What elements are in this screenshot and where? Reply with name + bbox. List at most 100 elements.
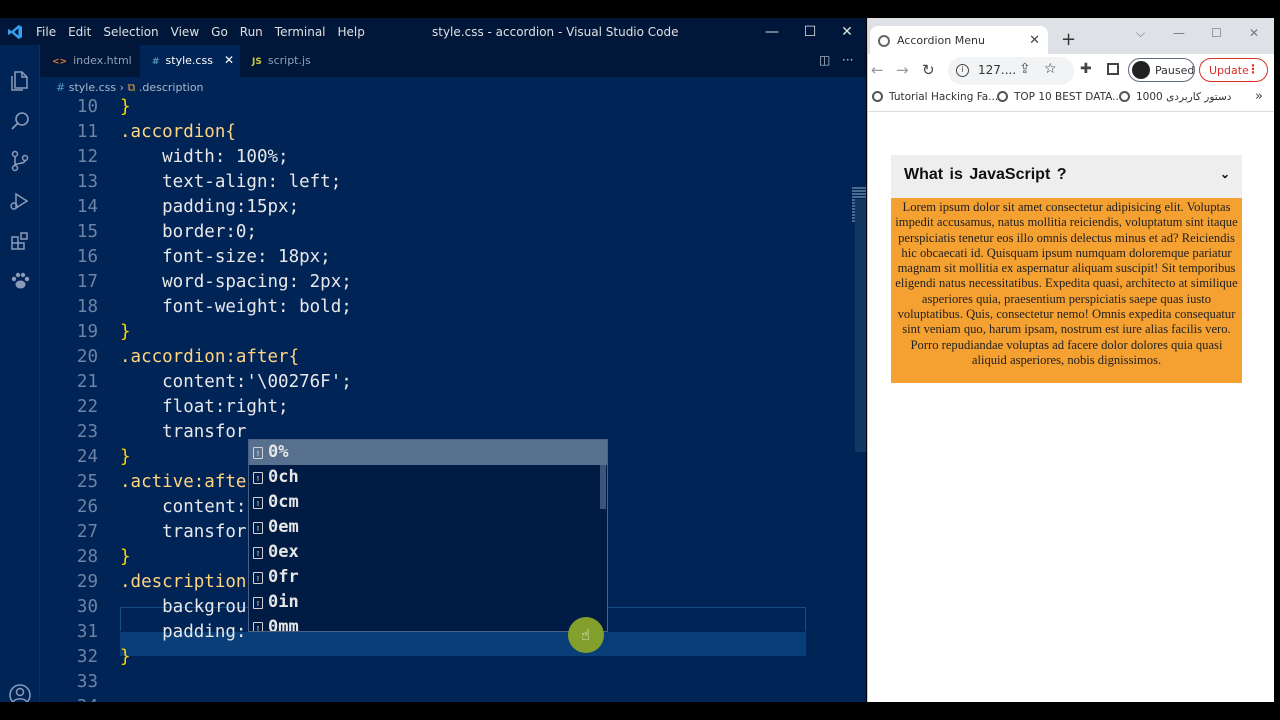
- site-info-icon[interactable]: i: [956, 64, 969, 77]
- accordion-title: What is JavaScript ?: [904, 166, 1067, 183]
- line-number: 34: [40, 695, 98, 703]
- code-line: 33: [40, 670, 840, 695]
- line-number: 19: [76, 321, 98, 342]
- source-control-icon[interactable]: [8, 149, 32, 173]
- update-button[interactable]: Update ⋮: [1199, 58, 1268, 82]
- bookmarks-bar: Tutorial Hacking Fa... TOP 10 BEST DATA.…: [868, 88, 1274, 112]
- mouse-cursor-highlight: ☝: [568, 617, 604, 653]
- line-text: }: [120, 546, 131, 567]
- code-line: 32}: [40, 645, 840, 670]
- new-tab-icon[interactable]: +: [1061, 29, 1076, 50]
- bookmark-item[interactable]: 1000 دستور کاربردی: [1119, 91, 1231, 103]
- tab-search-icon[interactable]: ⌵: [1136, 26, 1145, 41]
- menu-help[interactable]: Help: [332, 18, 371, 45]
- breadcrumb-file[interactable]: style.css: [69, 81, 116, 94]
- bookmark-star-icon[interactable]: ☆: [1044, 61, 1057, 77]
- paw-extension-icon[interactable]: [8, 269, 32, 293]
- editor-scrollbar[interactable]: [855, 199, 866, 452]
- suggestion-item[interactable]: ▯ 0in: [249, 590, 607, 615]
- minimize-icon[interactable]: —: [762, 22, 782, 42]
- menu-kebab-icon: ⋮: [1247, 62, 1259, 76]
- code-line: 21 content:'\00276F';: [40, 370, 840, 395]
- back-icon[interactable]: ←: [871, 61, 884, 79]
- suggestion-label: 0cm: [268, 492, 299, 512]
- tab-script-js[interactable]: JS script.js: [240, 45, 340, 77]
- line-number: 24: [76, 446, 98, 467]
- close-tab-icon[interactable]: ✕: [1029, 33, 1040, 48]
- code-line: 20 .accordion:after{: [40, 345, 840, 370]
- tab-index-html[interactable]: <> index.html: [40, 45, 140, 77]
- suggestion-item[interactable]: ▯ 0ch: [249, 465, 607, 490]
- line-text: .accordion{: [120, 121, 236, 142]
- suggestion-item[interactable]: ▯ 0%: [249, 440, 607, 465]
- unit-icon: ▯: [253, 597, 263, 609]
- code-line: 19}: [40, 320, 840, 345]
- suggestion-item[interactable]: ▯ 0cm: [249, 490, 607, 515]
- line-number: 31: [76, 621, 98, 642]
- suggestion-item[interactable]: ▯ 0fr: [249, 565, 607, 590]
- code-line: 13 text-align: left;: [40, 170, 840, 195]
- minimize-icon[interactable]: —: [1173, 26, 1185, 40]
- suggestion-item[interactable]: ▯ 0ex: [249, 540, 607, 565]
- more-actions-icon[interactable]: ···: [842, 53, 853, 67]
- css-file-icon: #: [56, 81, 66, 94]
- suggestion-item[interactable]: ▯ 0mm: [249, 615, 607, 631]
- autocomplete-suggestions: ▯ 0% ▯ 0ch ▯ 0cm ▯ 0em ▯ 0ex ▯ 0fr ▯ 0in ▯ 0mm: [248, 439, 608, 632]
- line-text: float:right;: [120, 396, 289, 417]
- extensions-icon[interactable]: [8, 229, 32, 253]
- line-text: }: [120, 321, 131, 342]
- breadcrumb: # style.css › ⧉ .description: [40, 77, 866, 95]
- menu-view[interactable]: View: [165, 18, 205, 45]
- line-number: 20: [76, 346, 98, 367]
- line-text: }: [120, 646, 131, 667]
- menu-run[interactable]: Run: [234, 18, 269, 45]
- editor-tab-bar: <> index.html # style.css ✕ JS script.js ◫ …: [40, 45, 866, 77]
- forward-icon[interactable]: →: [896, 61, 909, 79]
- side-panel-icon[interactable]: [1107, 63, 1119, 75]
- activity-bar: [0, 45, 40, 702]
- close-tab-icon[interactable]: ✕: [224, 53, 234, 67]
- account-icon[interactable]: [8, 683, 32, 702]
- split-editor-icon[interactable]: ◫: [819, 53, 830, 67]
- search-icon[interactable]: [8, 109, 32, 133]
- line-number: 17: [76, 271, 98, 292]
- breadcrumb-symbol[interactable]: .description: [139, 81, 204, 94]
- run-debug-icon[interactable]: [8, 189, 32, 213]
- bookmark-item[interactable]: Tutorial Hacking Fa...: [872, 91, 998, 103]
- code-line: 34: [40, 695, 840, 703]
- menu-terminal[interactable]: Terminal: [269, 18, 332, 45]
- bookmark-label: TOP 10 BEST DATA...: [1014, 91, 1123, 103]
- line-text: transfor: [120, 421, 247, 442]
- extensions-puzzle-icon[interactable]: ✚: [1080, 61, 1092, 77]
- menu-file[interactable]: File: [30, 18, 62, 45]
- line-text: border:0;: [120, 221, 257, 242]
- maximize-icon[interactable]: ☐: [1211, 26, 1222, 40]
- share-icon[interactable]: ⇪: [1019, 61, 1031, 77]
- explorer-icon[interactable]: [8, 69, 32, 93]
- tab-style-css[interactable]: # style.css ✕: [140, 45, 240, 77]
- line-number: 15: [76, 221, 98, 242]
- line-text: font-weight: bold;: [120, 296, 352, 317]
- menu-go[interactable]: Go: [205, 18, 234, 45]
- symbol-class-icon: ⧉: [127, 81, 136, 94]
- suggestion-label: 0%: [268, 442, 289, 462]
- line-text: padding:: [120, 621, 247, 642]
- reload-icon[interactable]: ↻: [922, 61, 935, 79]
- maximize-icon[interactable]: ☐: [800, 22, 820, 42]
- more-bookmarks-icon[interactable]: »: [1255, 89, 1263, 104]
- line-number: 22: [76, 396, 98, 417]
- hand-pointer-icon: ☝: [581, 626, 591, 644]
- close-window-icon[interactable]: ✕: [1249, 26, 1259, 40]
- suggestion-item[interactable]: ▯ 0em: [249, 515, 607, 540]
- line-text: }: [120, 446, 131, 467]
- avatar: [1132, 61, 1150, 79]
- url-text: 127....: [978, 63, 1017, 77]
- menu-edit[interactable]: Edit: [62, 18, 97, 45]
- close-window-icon[interactable]: ✕: [837, 22, 857, 42]
- bookmark-item[interactable]: TOP 10 BEST DATA...: [997, 91, 1122, 103]
- accordion-button[interactable]: What is JavaScript ? ⌄: [891, 155, 1242, 198]
- browser-window: Accordion Menu ✕ + ⌵ — ☐ ✕ ← → ↻ i 127..…: [867, 18, 1274, 702]
- menu-selection[interactable]: Selection: [97, 18, 164, 45]
- address-bar[interactable]: i 127.... ⇪ ☆: [948, 57, 1074, 85]
- profile-button[interactable]: Paused: [1128, 58, 1195, 82]
